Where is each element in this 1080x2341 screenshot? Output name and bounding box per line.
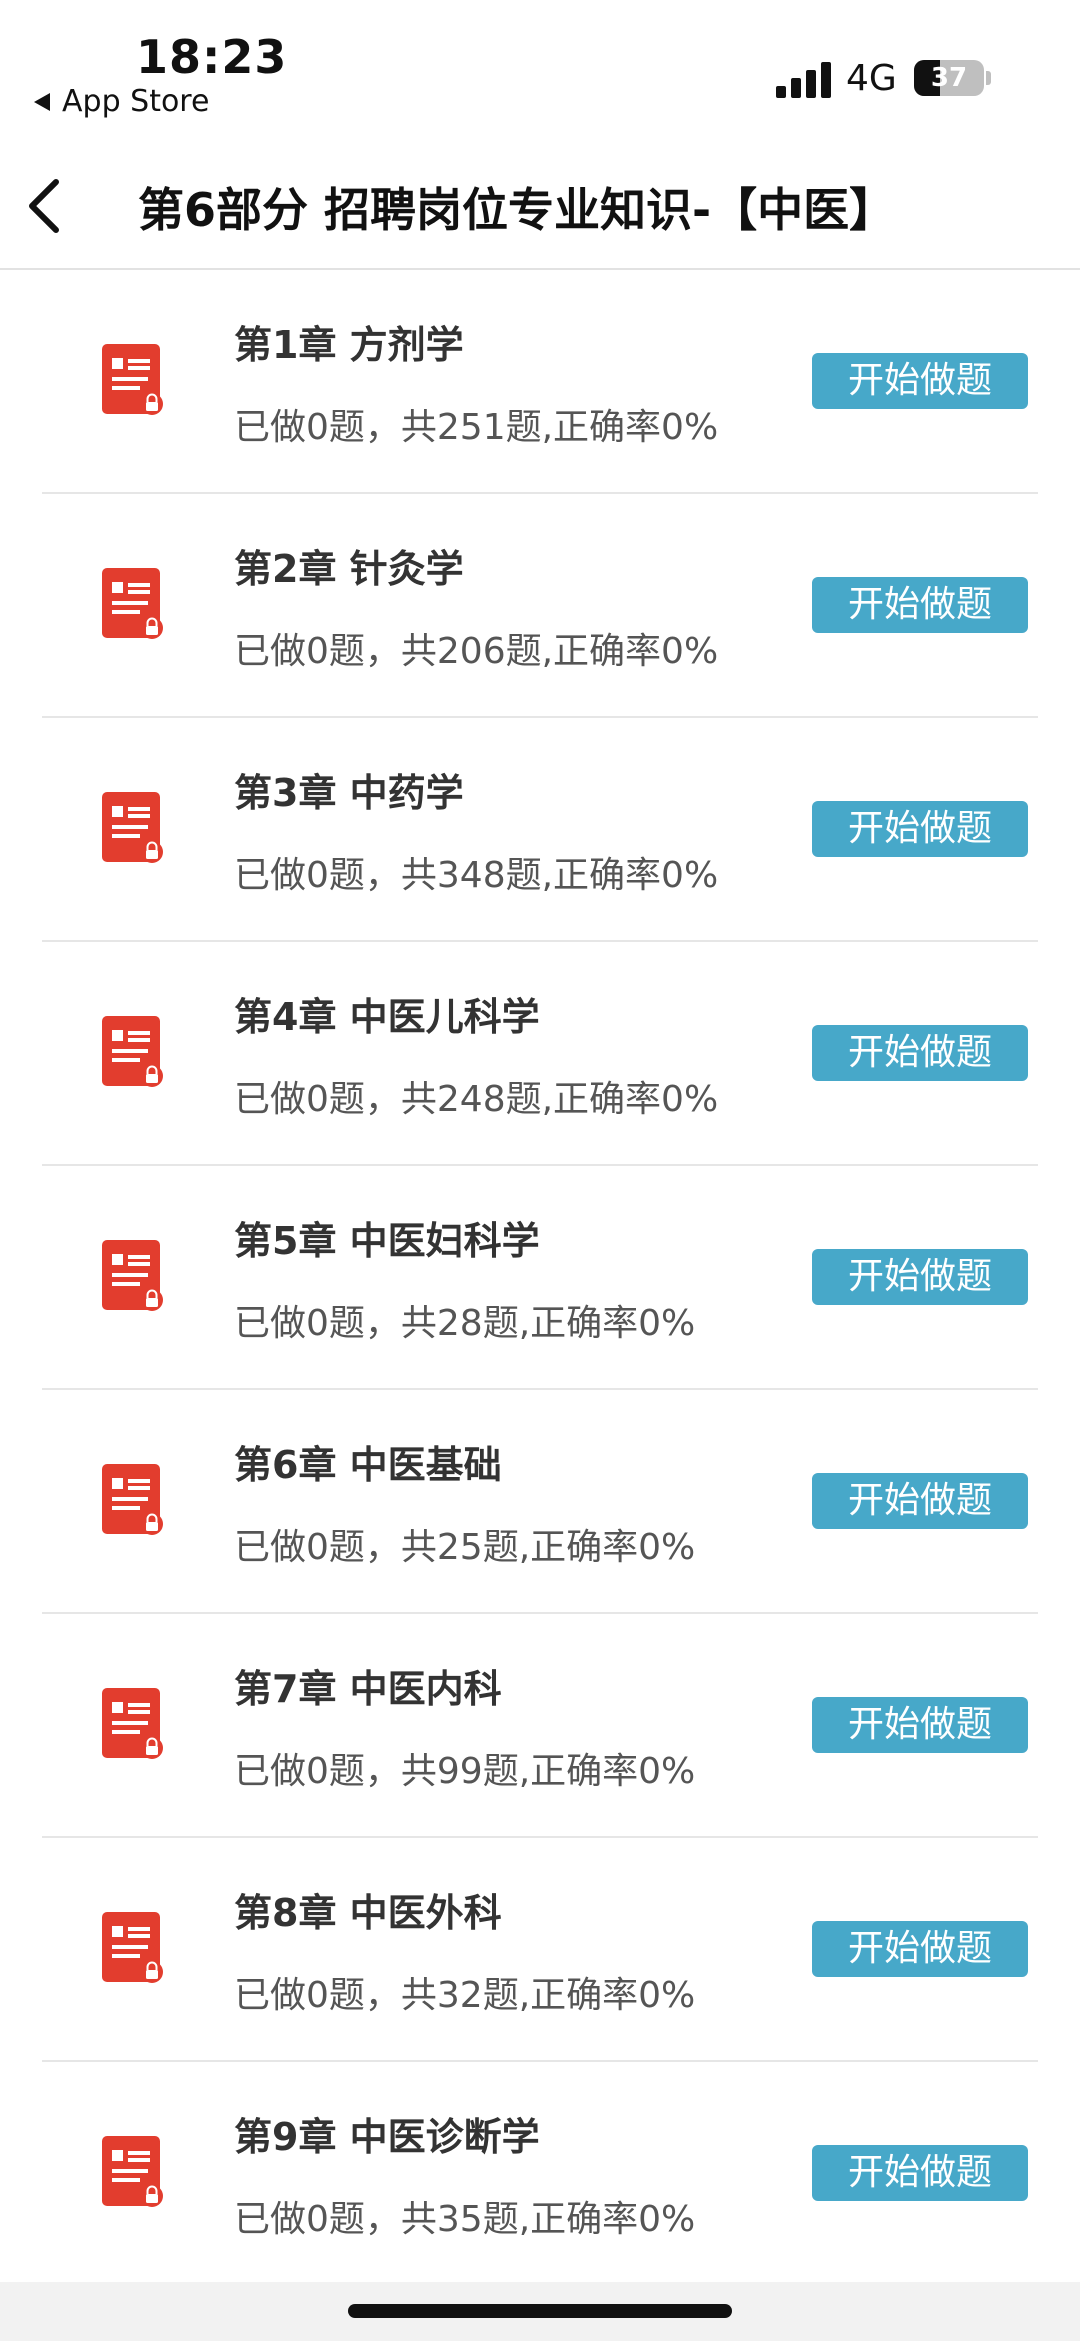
chapter-row: 第8章 中医外科已做0题，共32题,正确率0% 开始做题 xyxy=(42,1838,1038,2062)
chapter-row: 第1章 方剂学已做0题，共251题,正确率0% 开始做题 xyxy=(42,270,1038,494)
chapter-title: 第3章 中药学 xyxy=(234,771,464,815)
chapter-stats: 已做0题，共32题,正确率0% xyxy=(234,1975,696,2016)
locked-document-icon xyxy=(100,2134,164,2210)
chapter-stats: 已做0题，共348题,正确率0% xyxy=(234,855,719,896)
locked-document-icon xyxy=(100,1686,164,1762)
chapter-title: 第2章 针灸学 xyxy=(234,547,464,591)
chapter-row: 第2章 针灸学已做0题，共206题,正确率0% 开始做题 xyxy=(42,494,1038,718)
page-title: 第6部分 招聘岗位专业知识-【中医】 xyxy=(138,183,896,237)
battery-icon: 37 xyxy=(914,60,984,96)
locked-document-icon xyxy=(100,1462,164,1538)
start-practice-button[interactable]: 开始做题 xyxy=(812,1249,1028,1305)
chapter-row: 第6章 中医基础已做0题，共25题,正确率0% 开始做题 xyxy=(42,1390,1038,1614)
chapter-row: 第4章 中医儿科学已做0题，共248题,正确率0% 开始做题 xyxy=(42,942,1038,1166)
chapter-row: 第7章 中医内科已做0题，共99题,正确率0% 开始做题 xyxy=(42,1614,1038,1838)
locked-document-icon xyxy=(100,566,164,642)
chapter-list: 第1章 方剂学 已做0题，共251题,正确率0% 开始做题 第2章 针灸学 已做0题，共… xyxy=(0,270,1080,2286)
chapter-stats: 已做0题，共35题,正确率0% xyxy=(234,2199,696,2240)
chapter-title: 第4章 中医儿科学 xyxy=(234,995,540,1039)
start-practice-button[interactable]: 开始做题 xyxy=(812,1697,1028,1753)
chapter-title: 第6章 中医基础 xyxy=(234,1443,502,1487)
start-practice-button[interactable]: 开始做题 xyxy=(812,353,1028,409)
chapter-title: 第5章 中医妇科学 xyxy=(234,1219,540,1263)
chapter-row: 第3章 中药学已做0题，共348题,正确率0% 开始做题 xyxy=(42,718,1038,942)
start-practice-button[interactable]: 开始做题 xyxy=(812,801,1028,857)
chapter-stats: 已做0题，共28题,正确率0% xyxy=(234,1303,696,1344)
start-practice-button[interactable]: 开始做题 xyxy=(812,1921,1028,1977)
chapter-stats: 已做0题，共25题,正确率0% xyxy=(234,1527,696,1568)
chevron-left-icon xyxy=(29,179,59,233)
back-button[interactable] xyxy=(10,170,80,240)
back-app-label: App Store xyxy=(62,84,210,119)
status-time: 18:23 xyxy=(136,30,288,84)
navigation-bar: 第6部分 招聘岗位专业知识-【中医】 xyxy=(0,140,1080,270)
locked-document-icon xyxy=(100,1910,164,1986)
locked-document-icon xyxy=(100,790,164,866)
chapter-title: 第1章 方剂学 xyxy=(234,323,464,367)
chapter-row: 第9章 中医诊断学已做0题，共35题,正确率0% 开始做题 xyxy=(42,2062,1038,2286)
locked-document-icon xyxy=(100,342,164,418)
locked-document-icon xyxy=(100,1014,164,1090)
back-to-app-store-link[interactable]: App Store xyxy=(34,84,209,119)
battery-tip xyxy=(986,71,991,85)
battery-percent: 37 xyxy=(930,63,968,93)
back-triangle-icon xyxy=(34,92,50,111)
chapter-row: 第5章 中医妇科学已做0题，共28题,正确率0% 开始做题 xyxy=(42,1166,1038,1390)
chapter-title: 第9章 中医诊断学 xyxy=(234,2115,540,2159)
start-practice-button[interactable]: 开始做题 xyxy=(812,2145,1028,2201)
start-practice-button[interactable]: 开始做题 xyxy=(812,1473,1028,1529)
cellular-signal-icon xyxy=(776,60,832,98)
home-indicator[interactable] xyxy=(348,2304,732,2318)
chapter-stats: 已做0题，共251题,正确率0% xyxy=(234,407,719,448)
network-type: 4G xyxy=(846,58,897,99)
locked-document-icon xyxy=(100,1238,164,1314)
chapter-stats: 已做0题，共206题,正确率0% xyxy=(234,631,719,672)
start-practice-button[interactable]: 开始做题 xyxy=(812,577,1028,633)
status-bar: 18:23 App Store 4G 37 xyxy=(0,0,1080,140)
chapter-stats: 已做0题，共248题,正确率0% xyxy=(234,1079,719,1120)
chapter-stats: 已做0题，共99题,正确率0% xyxy=(234,1751,696,1792)
chapter-title: 第7章 中医内科 xyxy=(234,1667,502,1711)
start-practice-button[interactable]: 开始做题 xyxy=(812,1025,1028,1081)
chapter-title: 第8章 中医外科 xyxy=(234,1891,502,1935)
